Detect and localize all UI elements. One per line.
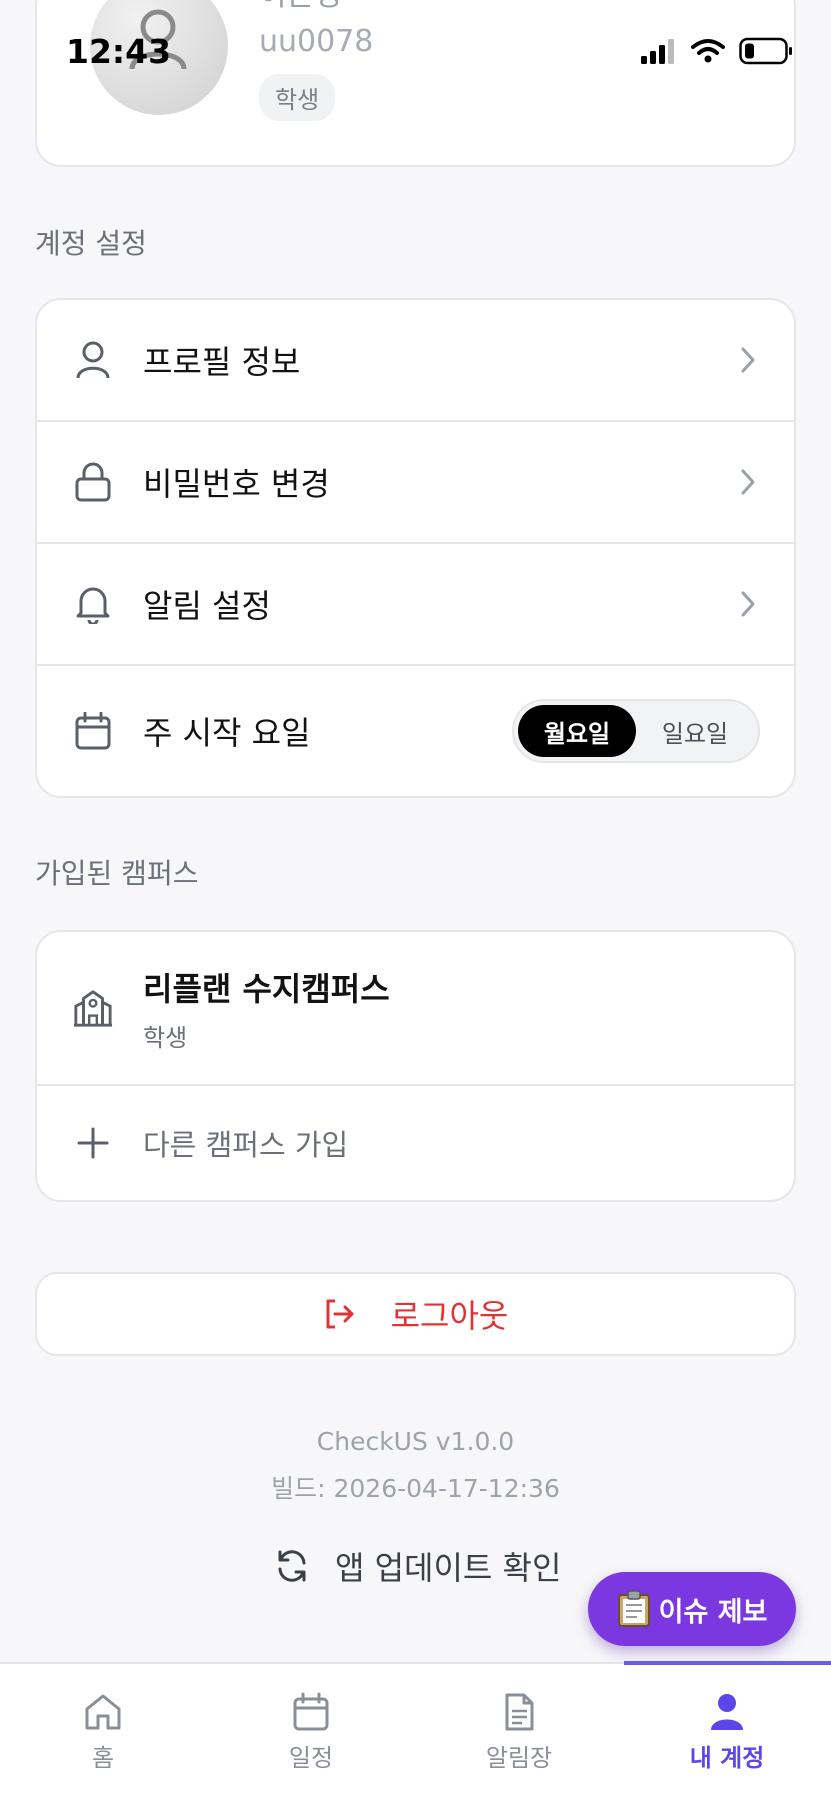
clipboard-icon <box>617 1590 650 1627</box>
account-icon <box>711 1694 743 1730</box>
tab-notice[interactable]: 알림장 <box>444 1692 594 1773</box>
campus-info: 리플랜 수지캠퍼스 학생 <box>143 964 390 1053</box>
refresh-icon <box>278 1550 306 1582</box>
account-settings-card: 프로필 정보 비밀번호 변경 알림 설정 주 시작 요일 월요일 일요일 <box>35 298 796 798</box>
calendar-icon <box>293 1692 329 1731</box>
home-icon <box>85 1694 121 1730</box>
logout-icon <box>326 1299 354 1329</box>
tab-schedule[interactable]: 일정 <box>236 1692 386 1773</box>
wifi-icon <box>691 39 725 63</box>
campus-item[interactable]: 리플랜 수지캠퍼스 학생 <box>37 932 794 1086</box>
user-id: uu0078 <box>259 24 374 59</box>
week-start-label: 주 시작 요일 <box>143 714 311 752</box>
menu-item-label: 프로필 정보 <box>143 343 301 381</box>
tab-label: 일정 <box>288 1744 334 1772</box>
chevron-right-icon <box>741 469 755 495</box>
signal-icon <box>641 39 674 64</box>
app-version: CheckUS v1.0.0 <box>316 1427 515 1456</box>
menu-item-week-start: 주 시작 요일 월요일 일요일 <box>37 666 794 796</box>
bottom-tab-bar: 홈 일정 알림장 내 계정 <box>0 1661 831 1800</box>
user-icon <box>73 340 113 380</box>
tab-home[interactable]: 홈 <box>28 1692 178 1773</box>
build-info: 빌드: 2026-04-17-12:36 <box>271 1474 560 1503</box>
chevron-right-icon <box>741 347 755 373</box>
campus-card: 리플랜 수지캠퍼스 학생 다른 캠퍼스 가입 <box>35 930 796 1202</box>
school-icon <box>73 988 113 1028</box>
menu-item-label: 비밀번호 변경 <box>143 465 330 503</box>
section-title-campuses: 가입된 캠퍼스 <box>35 857 199 890</box>
user-role-badge: 학생 <box>259 74 336 121</box>
report-issue-label: 이슈 제보 <box>658 1596 768 1628</box>
logout-button[interactable]: 로그아웃 <box>35 1272 796 1356</box>
update-check-label: 앱 업데이트 확인 <box>335 1549 562 1587</box>
tab-label: 홈 <box>91 1744 115 1772</box>
campus-name: 리플랜 수지캠퍼스 <box>143 969 390 1008</box>
week-start-option-monday[interactable]: 월요일 <box>518 705 636 757</box>
menu-item-change-password[interactable]: 비밀번호 변경 <box>37 422 794 544</box>
join-campus-label: 다른 캠퍼스 가입 <box>143 1128 349 1162</box>
week-start-toggle: 월요일 일요일 <box>512 699 760 763</box>
chevron-right-icon <box>741 591 755 617</box>
campus-role: 학생 <box>143 1023 188 1052</box>
tab-label: 알림장 <box>485 1744 553 1772</box>
lock-icon <box>73 462 113 502</box>
bell-icon <box>73 584 113 624</box>
user-name: 이은성 <box>259 0 342 14</box>
tab-my-account[interactable]: 내 계정 <box>652 1692 802 1773</box>
status-icons <box>641 37 793 65</box>
menu-item-notification-settings[interactable]: 알림 설정 <box>37 544 794 666</box>
update-check-button[interactable]: 앱 업데이트 확인 <box>275 1543 561 1589</box>
tab-label: 내 계정 <box>689 1744 765 1772</box>
plus-icon <box>73 1123 113 1163</box>
section-title-account-settings: 계정 설정 <box>35 227 147 260</box>
join-campus-button[interactable]: 다른 캠퍼스 가입 <box>37 1086 794 1200</box>
profile-card: 이은성 uu0078 학생 <box>35 0 796 167</box>
menu-item-label: 알림 설정 <box>143 587 271 625</box>
menu-item-profile-info[interactable]: 프로필 정보 <box>37 300 794 422</box>
document-icon <box>505 1693 534 1731</box>
report-issue-button[interactable]: 이슈 제보 <box>588 1572 796 1646</box>
battery-icon <box>739 37 792 65</box>
calendar-icon <box>73 711 113 751</box>
week-start-option-sunday[interactable]: 일요일 <box>636 705 754 757</box>
status-time: 12:43 <box>66 32 172 71</box>
logout-label: 로그아웃 <box>390 1297 509 1335</box>
active-tab-indicator <box>624 1661 831 1665</box>
